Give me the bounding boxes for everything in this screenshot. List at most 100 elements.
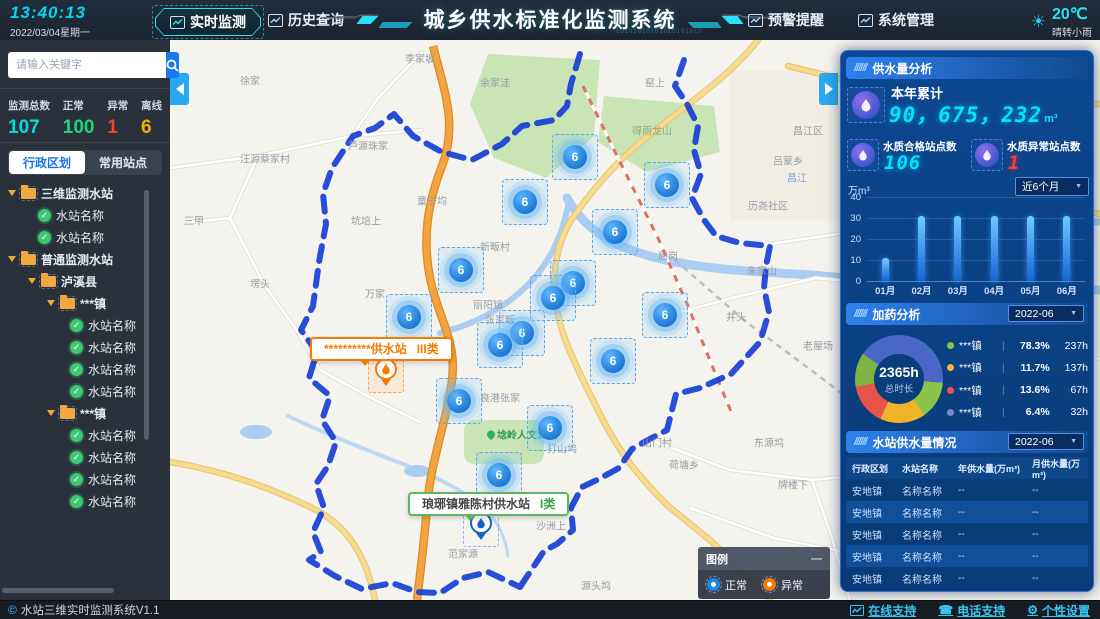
legend-divider: | [1002, 340, 1005, 352]
x-axis-tick: 03月 [948, 283, 968, 297]
copyright-icon: © [8, 603, 17, 617]
analysis-panel: ////// 供水量分析 本年累计 90，675，232m³ 水质合格站点数 1… [840, 50, 1094, 592]
y-axis-tick: 30 [841, 213, 861, 224]
status-check-icon: ✓ [70, 451, 83, 464]
legend-minimize-button[interactable]: — [811, 553, 822, 565]
map-place-label: 昌江 [787, 170, 807, 185]
station-stats: 监测总数107正常100异常1离线6 [8, 98, 162, 139]
map-place-label: 良港张家 [480, 390, 520, 405]
stations-period-dropdown[interactable]: 2022-06▼ [1008, 433, 1084, 450]
table-cell: -- [958, 485, 1032, 496]
cluster-count: 6 [538, 416, 562, 440]
cluster-count: 6 [397, 305, 421, 329]
station-cluster-marker[interactable]: 6 [590, 338, 636, 384]
search-input[interactable] [8, 52, 166, 78]
station-cluster-marker[interactable]: 6 [644, 162, 690, 208]
bar-value-31 [918, 216, 925, 281]
app-title-area: 城乡供水标准化监测系统 [321, 4, 780, 34]
legend-divider: | [1002, 406, 1005, 418]
tree-item-station[interactable]: ✓水站名称 [0, 446, 170, 468]
table-row: 安地镇名称名称---- [846, 523, 1088, 545]
cluster-count: 6 [488, 333, 512, 357]
legend-pin-icon [707, 578, 720, 591]
status-check-icon: ✓ [70, 495, 83, 508]
tree-item-label: 普通监测水站 [41, 251, 113, 268]
nav-warning-alerts[interactable]: 预警提醒 [748, 10, 824, 30]
dosing-period-dropdown[interactable]: 2022-06▼ [1008, 305, 1084, 322]
map-place-label: 芦源珠家 [348, 138, 388, 153]
tree-vertical-scrollbar[interactable] [144, 190, 149, 440]
station-cluster-marker[interactable]: 6 [502, 179, 548, 225]
table-cell: 安地镇 [852, 571, 902, 586]
station-name: 琅琊镇雅陈村供水站 [422, 497, 530, 511]
phone-support-link[interactable]: ☎ 电话支持 [938, 602, 1005, 619]
table-cell: 安地镇 [852, 549, 902, 564]
station-cluster-marker[interactable]: 6 [438, 247, 484, 293]
station-cluster-marker[interactable]: 6 [527, 405, 573, 451]
search-button[interactable] [166, 52, 179, 78]
abnormal-stations-icon [971, 139, 1003, 171]
bar-series [867, 197, 1085, 281]
water-grade: III类 [417, 342, 439, 356]
folder-icon [60, 408, 75, 419]
sidebar-tabs: 行政区划 常用站点 [8, 150, 162, 175]
nav-system-management[interactable]: 系统管理 [858, 10, 934, 30]
legend-item-label: 异常 [781, 577, 803, 593]
abnormal-station-callout[interactable]: **********供水站III类 [310, 337, 453, 361]
x-axis-tick: 06月 [1057, 283, 1077, 297]
tree-item-label: 水站名称 [88, 427, 136, 444]
stat-value: 107 [8, 117, 50, 139]
tab-common-stations[interactable]: 常用站点 [85, 151, 161, 174]
collapse-right-panel-button[interactable] [819, 73, 838, 105]
station-cluster-marker[interactable]: 6 [642, 292, 688, 338]
section-title: 加药分析 [872, 306, 920, 323]
status-check-icon: ✓ [70, 341, 83, 354]
title-decor-left-icon [321, 6, 416, 32]
cluster-count: 6 [541, 286, 565, 310]
stat-value: 1 [107, 117, 128, 139]
tree-item-station[interactable]: ✓水站名称 [0, 468, 170, 490]
legend-hours: 237h [1065, 340, 1088, 352]
map-place-label: 源头坞 [581, 578, 611, 593]
clock: 13:40:13 2022/03/04星期一 [10, 3, 90, 39]
map-place-label: 老屋场 [803, 338, 833, 353]
section-slashes-icon: ////// [854, 62, 866, 74]
legend-town-name: ***镇 [959, 360, 997, 375]
legend-divider: | [1002, 384, 1005, 396]
stat-label: 正常 [63, 98, 95, 113]
map-place-label: 历尧社区 [748, 198, 788, 213]
water-supply-section-header: ////// 供水量分析 [846, 57, 1088, 79]
top-header: 13:40:13 2022/03/04星期一 实时监测 历史查询 城乡供水标准化… [0, 0, 1100, 40]
station-cluster-marker[interactable]: 6 [436, 378, 482, 424]
x-axis-tick: 01月 [875, 283, 895, 297]
nav-realtime-monitoring[interactable]: 实时监测 [152, 5, 264, 39]
tab-admin-region[interactable]: 行政区划 [9, 151, 85, 174]
personal-settings-link[interactable]: ⚙ 个性设置 [1027, 602, 1090, 619]
station-cluster-marker[interactable]: 6 [552, 134, 598, 180]
online-support-link[interactable]: 在线支持 [850, 602, 916, 619]
map-place-label: 塄头 [250, 276, 270, 291]
map-place-label: 牌楼下 [778, 477, 808, 492]
annual-total-icon [847, 87, 885, 123]
map-place-label: 丽阳镇 [473, 297, 503, 312]
tree-item-label: 水站名称 [88, 361, 136, 378]
station-cluster-marker[interactable]: 6 [592, 209, 638, 255]
abnormal-stations-value: 1 [1008, 152, 1020, 174]
station-cluster-marker[interactable]: 6 [477, 322, 523, 368]
map-legend: 图例 — 正常异常 [698, 547, 830, 599]
map-place-label: 余家洼 [480, 75, 510, 90]
normal-station-callout[interactable]: 琅琊镇雅陈村供水站I类 [408, 492, 569, 516]
table-header-cell: 月供水量(万m³) [1032, 457, 1090, 480]
current-date: 2022/03/04星期一 [10, 24, 90, 39]
section-slashes-icon: ////// [854, 308, 866, 320]
station-cluster-marker[interactable]: 6 [386, 294, 432, 340]
dosing-legend-row: ***镇|13.6%67h [947, 383, 1088, 398]
cluster-count: 6 [603, 220, 627, 244]
bar-value-31 [954, 216, 961, 281]
section-title: 供水量分析 [872, 60, 932, 77]
legend-dot-icon [947, 342, 954, 349]
cluster-count: 6 [513, 190, 537, 214]
tree-horizontal-scrollbar[interactable] [2, 588, 114, 593]
tree-item-station[interactable]: ✓水站名称 [0, 490, 170, 512]
status-check-icon: ✓ [38, 231, 51, 244]
